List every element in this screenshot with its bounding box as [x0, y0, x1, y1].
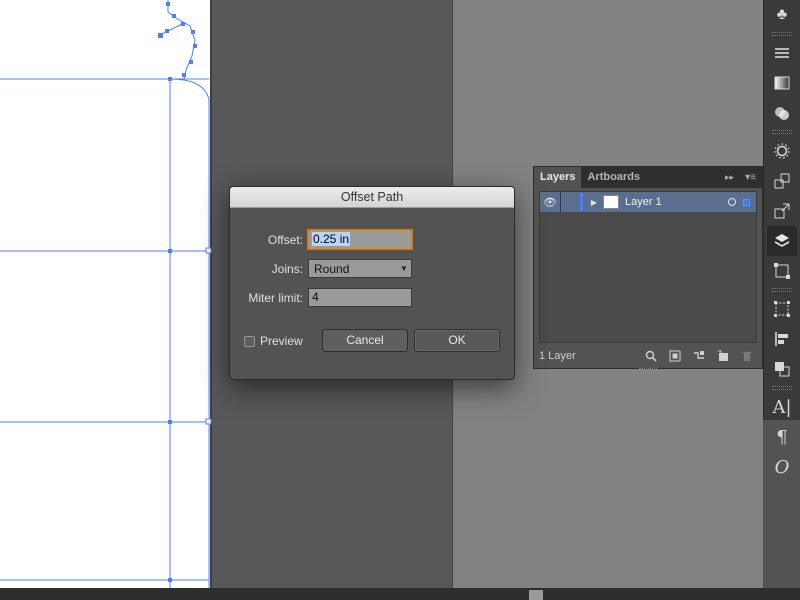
tab-layers[interactable]: Layers: [534, 167, 582, 188]
visibility-eye-icon[interactable]: 👁: [540, 196, 560, 209]
align-icon[interactable]: [767, 324, 797, 354]
offset-value: 0.25 in: [312, 232, 351, 246]
tab-artboards[interactable]: Artboards: [581, 167, 646, 188]
scrollbar-thumb[interactable]: [529, 590, 543, 600]
layer-thumbnail: [603, 195, 619, 209]
layers-icon[interactable]: [767, 226, 797, 256]
preview-label[interactable]: Preview: [260, 334, 303, 348]
panel-collapse-icon[interactable]: ▸▸: [725, 167, 734, 188]
preview-checkbox[interactable]: Preview: [244, 334, 303, 348]
artboards-icon[interactable]: [767, 256, 797, 286]
new-sublayer-icon[interactable]: [690, 349, 708, 363]
checkbox-box[interactable]: [244, 335, 255, 347]
lock-toggle[interactable]: [560, 192, 580, 212]
miter-limit-label: Miter limit:: [248, 291, 303, 305]
ok-button[interactable]: OK: [414, 329, 500, 352]
clipping-mask-icon[interactable]: [666, 349, 684, 363]
character-icon[interactable]: A|: [767, 392, 797, 422]
transparency-icon[interactable]: [767, 98, 797, 128]
offset-path-dialog: Offset Path Offset: 0.25 in Joins: Round…: [229, 186, 515, 380]
expand-triangle-icon[interactable]: ▶: [587, 198, 601, 207]
dock-grip[interactable]: [772, 130, 792, 134]
appearance-sun-icon[interactable]: [767, 136, 797, 166]
dock-grip[interactable]: [772, 288, 792, 292]
layer-color-bar: [580, 193, 583, 211]
delete-layer-icon[interactable]: [738, 349, 756, 363]
paragraph-icon[interactable]: ¶: [767, 422, 797, 452]
layers-panel: Layers Artboards ▸▸ ▾≡ 👁 ▶ Layer 1 1 Lay…: [533, 166, 763, 372]
horizontal-scrollbar[interactable]: [0, 588, 800, 600]
miter-limit-value: 4: [312, 290, 319, 304]
layers-list: 👁 ▶ Layer 1: [539, 191, 757, 343]
new-layer-icon[interactable]: [714, 349, 732, 363]
layers-footer: 1 Layer: [534, 345, 762, 367]
dock-grip[interactable]: [772, 32, 792, 36]
export-icon-2[interactable]: [767, 196, 797, 226]
menu-lines-icon[interactable]: [767, 38, 797, 68]
miter-limit-input[interactable]: 4: [308, 288, 412, 307]
offset-input[interactable]: 0.25 in: [308, 230, 412, 249]
locate-object-icon[interactable]: [642, 349, 660, 363]
cancel-button[interactable]: Cancel: [322, 329, 408, 352]
selected-artwork-paths[interactable]: [0, 0, 215, 588]
layer-row[interactable]: 👁 ▶ Layer 1: [540, 192, 756, 212]
offset-label: Offset:: [267, 233, 303, 247]
joins-label: Joins:: [271, 262, 303, 276]
transform-icon[interactable]: [767, 294, 797, 324]
joins-value: Round: [314, 261, 350, 276]
clubs-icon[interactable]: ♣: [767, 0, 797, 30]
layer-count: 1 Layer: [539, 350, 576, 362]
chevron-down-icon: ▼: [400, 264, 408, 273]
panel-tab-bar: Layers Artboards ▸▸ ▾≡: [534, 167, 762, 188]
joins-select[interactable]: Round ▼: [308, 259, 412, 278]
pathfinder-icon[interactable]: [767, 354, 797, 384]
dialog-title[interactable]: Offset Path: [230, 187, 514, 208]
panel-dock-strip: ♣ A| ¶ O: [763, 0, 800, 478]
selection-square-icon[interactable]: [743, 198, 750, 206]
target-circle-icon[interactable]: [728, 198, 736, 206]
opentype-icon[interactable]: O: [767, 452, 797, 482]
dock-grip[interactable]: [772, 386, 792, 390]
panel-resize-grip[interactable]: [639, 368, 657, 372]
layer-name[interactable]: Layer 1: [625, 196, 728, 208]
gradient-icon[interactable]: [767, 68, 797, 98]
export-icon[interactable]: [767, 166, 797, 196]
panel-menu-icon[interactable]: ▾≡: [745, 167, 756, 188]
